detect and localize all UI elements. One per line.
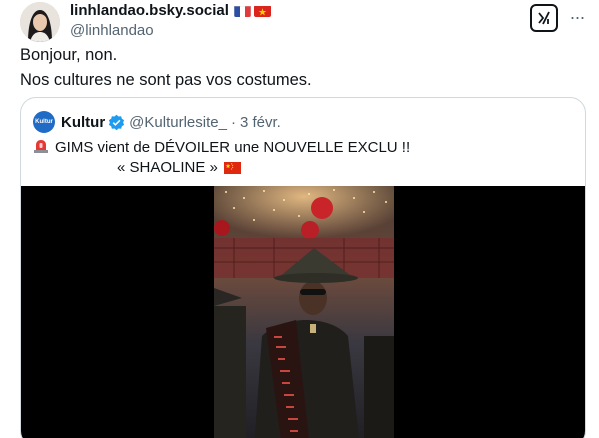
china-flag-icon [223, 162, 241, 174]
author-handle[interactable]: @linhlandao [70, 21, 540, 41]
quoted-text-line-2-label: « SHAOLINE » [117, 159, 218, 176]
vietnam-flag-icon [253, 5, 271, 17]
author-display-name[interactable]: linhlandao.bsky.social [70, 2, 229, 20]
slash-mark-icon [538, 11, 550, 25]
quoted-author-handle[interactable]: @Kulturlesite_ [129, 114, 227, 131]
quoted-text-line-1-label: GIMS vient de DÉVOILER une NOUVELLE EXCL… [55, 139, 411, 156]
post-text-line: Bonjour, non. [20, 46, 118, 64]
video-player[interactable] [21, 186, 585, 438]
post-text-line: Nos cultures ne sont pas vos costumes. [20, 71, 312, 89]
post-text: Bonjour, non. Nos cultures ne sont pas v… [20, 44, 312, 92]
grok-icon[interactable] [530, 4, 558, 32]
author-avatar[interactable] [20, 2, 60, 42]
video-thumbnail [214, 186, 394, 438]
quoted-post-date[interactable]: 3 févr. [240, 114, 281, 131]
siren-emoji-icon [34, 140, 48, 153]
avatar-image [20, 2, 60, 42]
france-flag-icon [233, 5, 251, 17]
verified-badge-icon [109, 114, 125, 130]
quoted-post-text: GIMS vient de DÉVOILER une NOUVELLE EXCL… [33, 138, 573, 178]
video-still-image [214, 186, 394, 438]
quoted-author-avatar[interactable]: Kultur [33, 111, 55, 133]
quoted-post-header: Kultur Kultur @Kulturlesite_ · 3 févr. [33, 111, 281, 133]
quoted-text-line-2: « SHAOLINE » [33, 158, 573, 178]
post-header: linhlandao.bsky.social @linhlandao [70, 2, 540, 41]
more-options-button[interactable]: ··· [566, 4, 588, 30]
quoted-post-card[interactable]: Kultur Kultur @Kulturlesite_ · 3 févr. G… [20, 97, 586, 438]
separator-dot: · [230, 113, 236, 131]
quoted-text-line-1: GIMS vient de DÉVOILER une NOUVELLE EXCL… [33, 138, 573, 158]
name-row: linhlandao.bsky.social [70, 2, 540, 20]
quoted-author-name[interactable]: Kultur [61, 114, 105, 131]
